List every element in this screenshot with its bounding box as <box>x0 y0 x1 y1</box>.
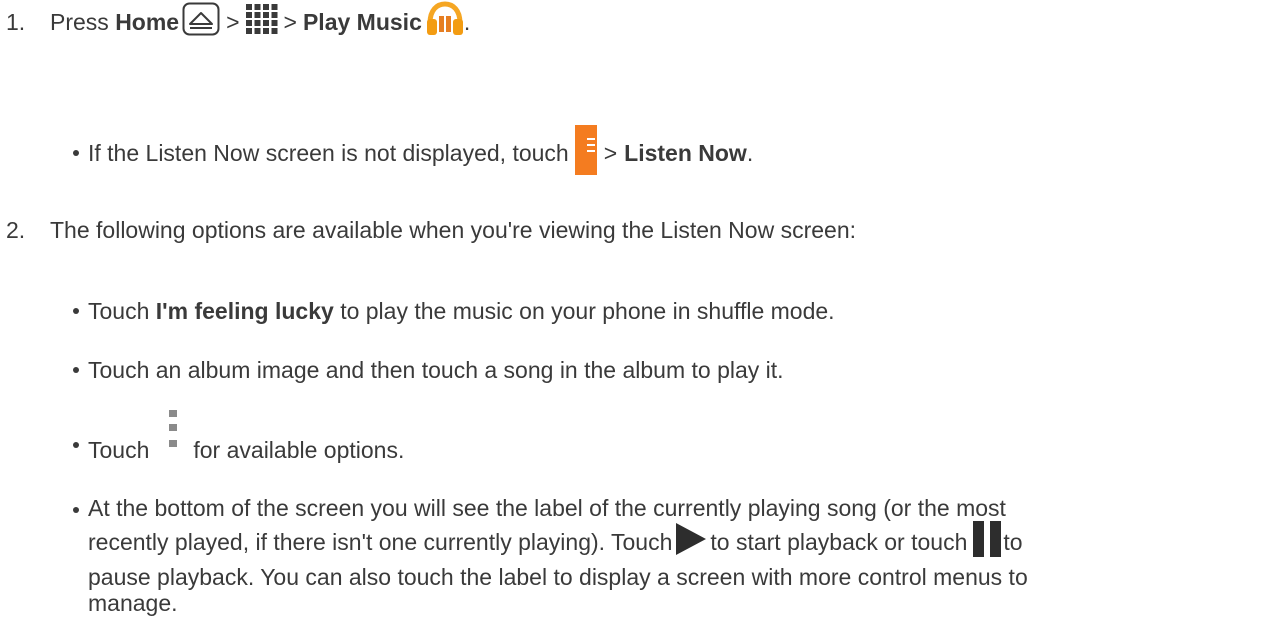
feeling-lucky-label: I'm feeling lucky <box>155 297 334 324</box>
step-number: 1. <box>6 8 26 35</box>
separator: > <box>283 8 297 35</box>
separator: > <box>226 8 240 35</box>
overflow-menu-icon <box>169 404 178 472</box>
step-2-bullet-4-line-2: recently played, if there isn't one curr… <box>88 520 1023 564</box>
listen-now-label: Listen Now <box>624 139 747 166</box>
apps-grid-icon <box>245 4 278 40</box>
bullet-text: pause playback. You can also touch the l… <box>88 563 1028 590</box>
orange-menu-icon <box>574 125 597 181</box>
step-2-bullet-3: Touch for available options. <box>88 407 404 469</box>
step-1-bullet: If the Listen Now screen is not displaye… <box>88 125 754 181</box>
step-2-bullet-4-line-3: pause playback. You can also touch the l… <box>88 560 1028 594</box>
bullet-text: At the bottom of the screen you will see… <box>88 494 1006 521</box>
play-music-headphones-icon <box>426 1 464 43</box>
bullet-text: for available options. <box>193 436 405 463</box>
home-button-icon <box>182 2 220 42</box>
step-2-bullet-2: Touch an album image and then touch a so… <box>88 350 784 390</box>
step-1: 1. Press Home > > Play Music . <box>6 0 470 44</box>
bullet-dot <box>73 308 79 314</box>
step-2: 2. The following options are available w… <box>6 210 856 250</box>
bullet-text: manage. <box>88 589 178 616</box>
bullet-text: to <box>1003 528 1023 555</box>
bullet-text: If the Listen Now screen is not displaye… <box>88 139 569 166</box>
step-text: Press <box>50 8 109 35</box>
pause-icon <box>973 521 1002 563</box>
bullet-text: Touch an album image and then touch a so… <box>88 356 784 383</box>
bullet-dot <box>73 367 79 373</box>
step-2-bullet-4-line-4: manage. <box>88 588 178 618</box>
period: . <box>746 139 754 166</box>
home-label: Home <box>115 8 180 35</box>
bullet-text: Touch <box>88 297 150 324</box>
bullet-dot <box>73 507 79 513</box>
bullet-text: to start playback or touch <box>710 528 968 555</box>
step-text: The following options are available when… <box>50 216 857 243</box>
bullet-text: Touch <box>88 436 150 463</box>
play-music-label: Play Music <box>302 8 422 35</box>
step-number: 2. <box>6 216 26 243</box>
separator: > <box>603 139 618 166</box>
bullet-text: recently played, if there isn't one curr… <box>88 528 673 555</box>
bullet-dot <box>73 442 79 448</box>
step-2-bullet-1: Touch I'm feeling lucky to play the musi… <box>88 291 835 331</box>
period: . <box>463 8 471 35</box>
play-icon <box>676 523 707 561</box>
bullet-text: to play the music on your phone in shuff… <box>340 297 835 324</box>
bullet-dot <box>73 150 79 156</box>
